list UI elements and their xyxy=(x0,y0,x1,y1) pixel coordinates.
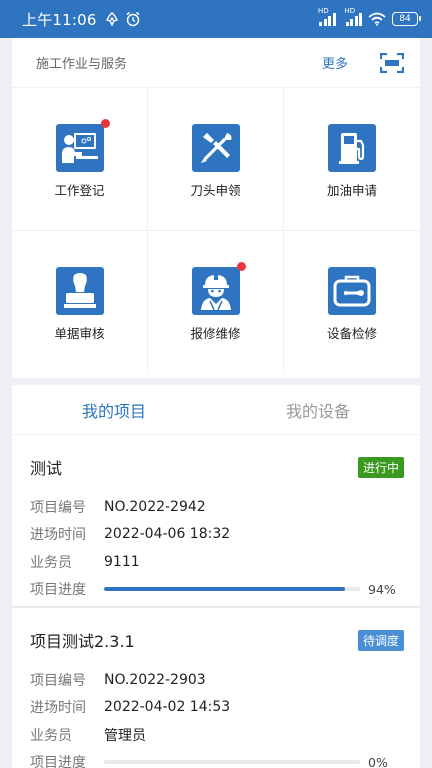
project-progress-row: 项目进度 94% xyxy=(30,576,404,604)
field-key: 项目进度 xyxy=(30,755,86,768)
status-time: 上午11:06 xyxy=(22,10,97,29)
field-value: 管理员 xyxy=(104,727,146,744)
service-label: 单据审核 xyxy=(54,326,105,341)
services-grid: 工作登记 刀头申领 加油申请 单据审核 报修维修 设备检修 xyxy=(12,88,420,374)
field-key: 进场时间 xyxy=(30,527,86,544)
services-header: 施工作业与服务 更多 xyxy=(12,38,420,88)
service-label: 工作登记 xyxy=(54,183,105,198)
field-value: 9111 xyxy=(104,553,140,570)
tab-my-projects[interactable]: 我的项目 xyxy=(12,385,216,434)
project-field-row: 项目编号 NO.2022-2903 xyxy=(30,666,404,694)
service-equipment-check[interactable]: 设备检修 xyxy=(284,231,420,374)
service-work-register[interactable]: 工作登记 xyxy=(12,88,148,231)
field-value: 2022-04-02 14:53 xyxy=(104,699,231,716)
battery-icon: 84 xyxy=(392,12,421,26)
service-fuel-apply[interactable]: 加油申请 xyxy=(284,88,420,231)
project-field-row: 进场时间 2022-04-02 14:53 xyxy=(30,694,404,722)
status-badge: 进行中 xyxy=(357,456,404,478)
progress-fill xyxy=(104,587,345,592)
wifi-icon xyxy=(368,12,386,26)
service-label: 加油申请 xyxy=(326,183,377,198)
notification-dot xyxy=(236,262,246,271)
project-title: 测试 xyxy=(30,459,63,478)
services-panel: 施工作业与服务 更多 工作登记 刀头申领 加油申请 单据审核 报修维修 设备检修 xyxy=(12,38,420,378)
project-title: 项目测试2.3.1 xyxy=(30,632,135,651)
field-key: 进场时间 xyxy=(30,700,86,717)
project-field-row: 业务员 9111 xyxy=(30,548,404,576)
battery-level: 84 xyxy=(399,14,411,24)
work-register-icon xyxy=(61,133,98,163)
service-tool-apply[interactable]: 刀头申领 xyxy=(148,88,284,231)
service-repair[interactable]: 报修维修 xyxy=(148,231,284,374)
service-doc-review[interactable]: 单据审核 xyxy=(12,231,148,374)
progress-bar xyxy=(104,587,360,592)
field-value: NO.2022-2903 xyxy=(104,671,206,688)
signal-1-icon: HD xyxy=(318,7,336,26)
service-label: 报修维修 xyxy=(190,326,241,341)
fuel-apply-icon xyxy=(339,133,365,164)
field-key: 项目进度 xyxy=(30,582,86,599)
project-progress-row: 项目进度 0% xyxy=(30,749,404,768)
alarm-icon xyxy=(126,11,140,27)
field-key: 业务员 xyxy=(30,554,72,571)
field-value: NO.2022-2942 xyxy=(104,498,206,515)
tab-my-equipment[interactable]: 我的设备 xyxy=(216,385,420,434)
notification-icon xyxy=(105,12,118,26)
progress-percent: 0% xyxy=(368,754,388,768)
repair-worker-icon xyxy=(200,274,231,311)
notification-dot xyxy=(100,119,110,128)
projects-panel: 我的项目 我的设备 测试 进行中 项目编号 NO.2022-2942 进场时间 … xyxy=(12,385,420,768)
status-bar: 上午11:06 HD HD 84 xyxy=(0,0,432,38)
scan-icon[interactable] xyxy=(380,52,404,73)
tool-apply-icon xyxy=(200,133,231,163)
equipment-check-icon xyxy=(333,275,371,307)
project-field-row: 业务员 管理员 xyxy=(30,721,404,749)
progress-percent: 94% xyxy=(368,581,396,597)
project-field-row: 进场时间 2022-04-06 18:32 xyxy=(30,521,404,549)
field-key: 项目编号 xyxy=(30,672,86,689)
project-card[interactable]: 项目测试2.3.1 待调度 项目编号 NO.2022-2903 进场时间 202… xyxy=(12,607,420,768)
service-label: 刀头申领 xyxy=(190,183,241,198)
signal-2-icon: HD xyxy=(345,7,362,26)
project-card[interactable]: 测试 进行中 项目编号 NO.2022-2942 进场时间 2022-04-06… xyxy=(12,435,420,607)
more-link[interactable]: 更多 xyxy=(322,53,348,72)
field-value: 2022-04-06 18:32 xyxy=(104,526,231,543)
status-badge: 待调度 xyxy=(357,629,404,651)
field-key: 业务员 xyxy=(30,727,72,744)
project-field-row: 项目编号 NO.2022-2942 xyxy=(30,493,404,521)
field-key: 项目编号 xyxy=(30,499,86,516)
project-tabs: 我的项目 我的设备 xyxy=(12,385,420,435)
services-title: 施工作业与服务 xyxy=(36,57,128,72)
doc-review-icon xyxy=(63,273,96,308)
progress-bar xyxy=(104,760,360,765)
service-label: 设备检修 xyxy=(326,326,377,341)
